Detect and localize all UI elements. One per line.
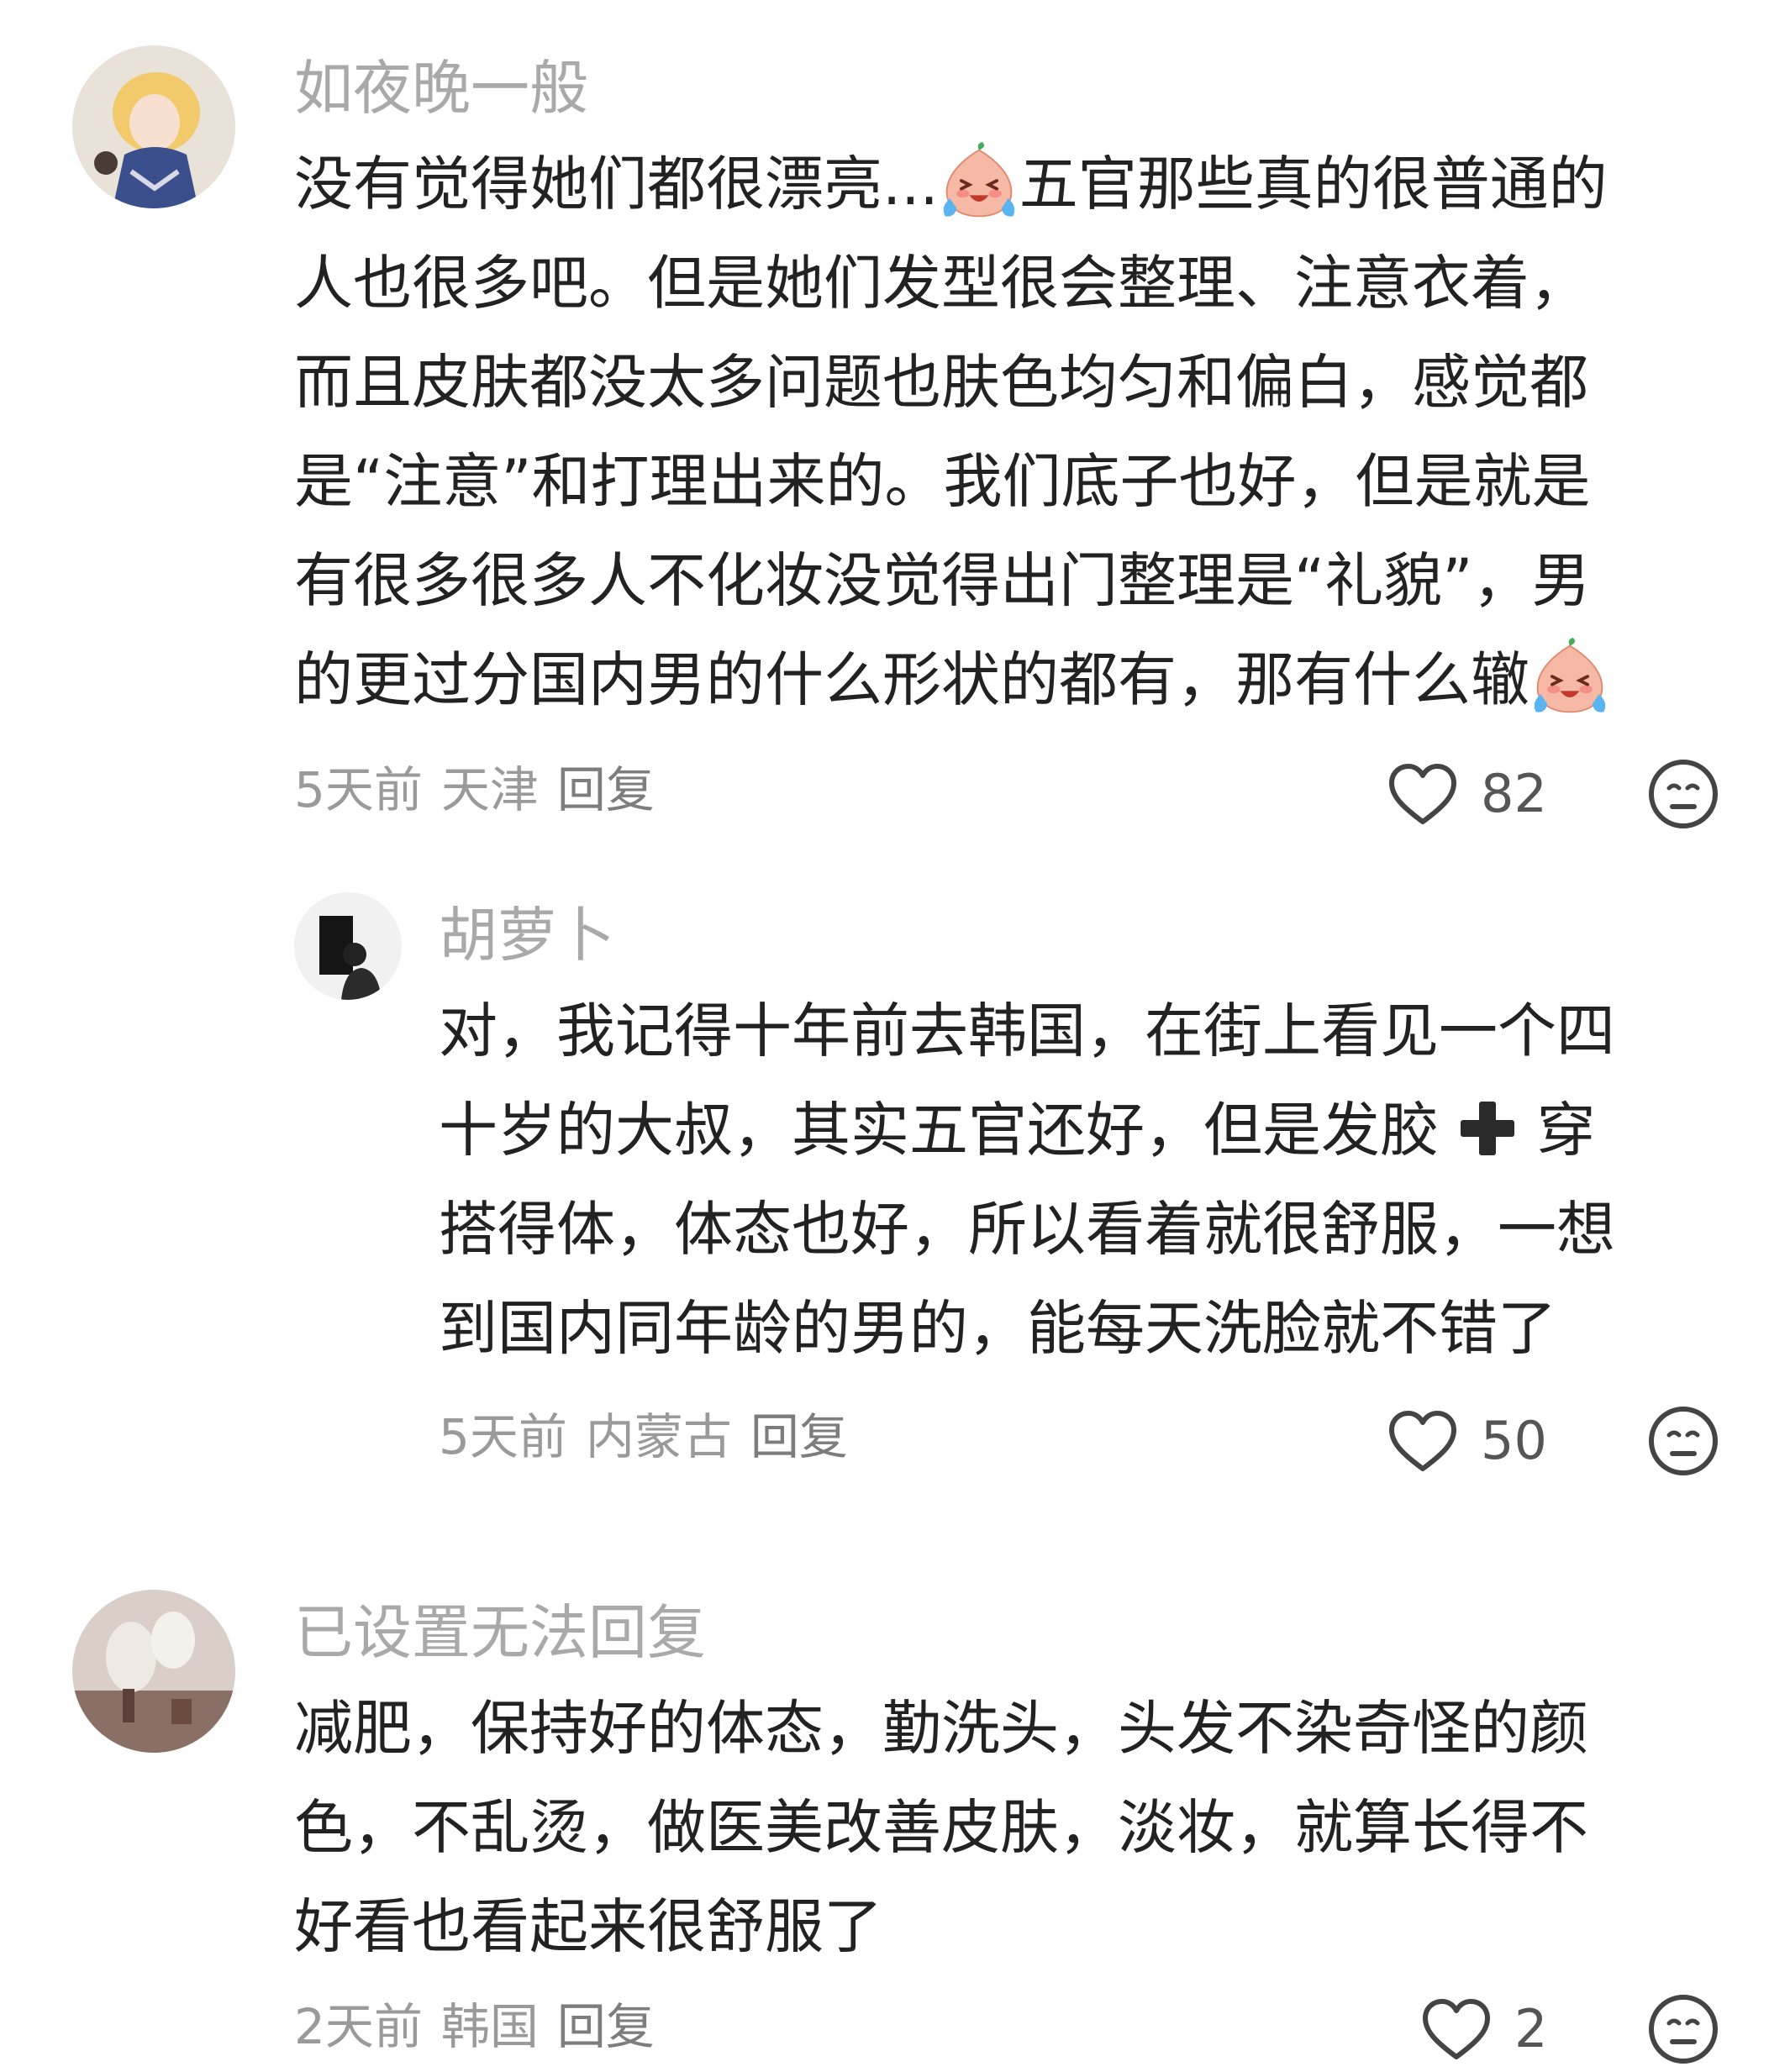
like-button[interactable]: 2 xyxy=(1420,1991,1547,2067)
username[interactable]: 胡萝卜 xyxy=(439,897,615,973)
reply-button[interactable]: 回复 xyxy=(750,1408,848,1465)
avatar[interactable] xyxy=(294,892,402,1000)
comment-location: 天津 xyxy=(440,761,539,818)
avatar[interactable] xyxy=(72,45,235,208)
comment-location: 内蒙古 xyxy=(585,1408,732,1465)
like-count: 82 xyxy=(1481,763,1547,824)
comment-text-line: 没有觉得她们都很漂亮... xyxy=(294,150,939,218)
comment-time: 2天前 xyxy=(294,1998,423,2055)
comment-meta: 2天前 韩国 回复 xyxy=(294,1993,673,2060)
comment-text-line: 五官那些真的很普通的 xyxy=(1019,150,1608,218)
reply-button[interactable]: 回复 xyxy=(557,761,655,818)
meh-face-icon[interactable] xyxy=(1647,758,1719,830)
comment-meta: 5天前 天津 回复 xyxy=(294,756,673,823)
comment-text-line: 是“注意”和打理出来的。我们底子也好，但是就是 xyxy=(294,447,1591,516)
like-count: 2 xyxy=(1514,1998,1548,2059)
comment-location: 韩国 xyxy=(440,1998,539,2055)
comment-text-line: 有很多很多人不化妆没觉得出门整理是“礼貌”，男 xyxy=(294,546,1591,615)
comment-text-line: 十岁的大叔，其实五官还好，但是发胶 xyxy=(439,1096,1439,1165)
comment-text: 对，我记得十年前去韩国，在街上看见一个四 十岁的大叔，其实五官还好，但是发胶 穿… xyxy=(439,981,1615,1378)
comment-text-line: 到国内同年龄的男的，能每天洗脸就不错了 xyxy=(439,1294,1556,1363)
comment-text-line: 减肥，保持好的体态，勤洗头，头发不染奇怪的颜 xyxy=(294,1694,1588,1763)
comment-text-line: 而且皮肤都没太多问题也肤色均匀和偏白，感觉都 xyxy=(294,348,1588,417)
comment-text-line: 的更过分国内男的什么形状的都有，那有什么辙 xyxy=(294,645,1529,714)
crying-laughing-emoji-icon xyxy=(1529,638,1610,718)
meh-face-icon[interactable] xyxy=(1647,1993,1719,2065)
comment-text-line: 色，不乱烫，做医美改善皮肤，淡妆，就算长得不 xyxy=(294,1793,1588,1862)
comment-text-line: 人也很多吧。但是她们发型很会整理、注意衣着， xyxy=(294,249,1588,318)
heart-outline-icon xyxy=(1387,1408,1459,1474)
comment-text-line: 好看也看起来很舒服了 xyxy=(294,1892,882,1961)
heavy-plus-icon xyxy=(1457,1098,1518,1159)
username[interactable]: 如夜晚一般 xyxy=(294,50,588,126)
comment-text-line: 穿 xyxy=(1536,1096,1596,1165)
comment-text-line: 搭得体，体态也好，所以看着就很舒服，一想 xyxy=(439,1195,1615,1264)
like-button[interactable]: 82 xyxy=(1387,756,1547,832)
crying-laughing-emoji-icon xyxy=(939,142,1019,223)
avatar[interactable] xyxy=(72,1590,235,1753)
comment-time: 5天前 xyxy=(294,761,423,818)
comment-meta: 5天前 内蒙古 回复 xyxy=(439,1403,866,1470)
comment-text: 没有觉得她们都很漂亮... 五官那些真的很普通的 人也很多吧。但是她们发型很会整理… xyxy=(294,134,1610,729)
heart-outline-icon xyxy=(1387,761,1459,827)
heart-outline-icon xyxy=(1420,1996,1493,2062)
meh-face-icon[interactable] xyxy=(1647,1405,1719,1477)
like-button[interactable]: 50 xyxy=(1387,1403,1547,1479)
username[interactable]: 已设置无法回复 xyxy=(294,1595,706,1670)
comment-time: 5天前 xyxy=(439,1408,567,1465)
reply-button[interactable]: 回复 xyxy=(557,1998,655,2055)
comment-text-line: 对，我记得十年前去韩国，在街上看见一个四 xyxy=(439,997,1615,1065)
like-count: 50 xyxy=(1481,1410,1547,1471)
comment-text: 减肥，保持好的体态，勤洗头，头发不染奇怪的颜 色，不乱烫，做医美改善皮肤，淡妆，… xyxy=(294,1679,1588,1976)
